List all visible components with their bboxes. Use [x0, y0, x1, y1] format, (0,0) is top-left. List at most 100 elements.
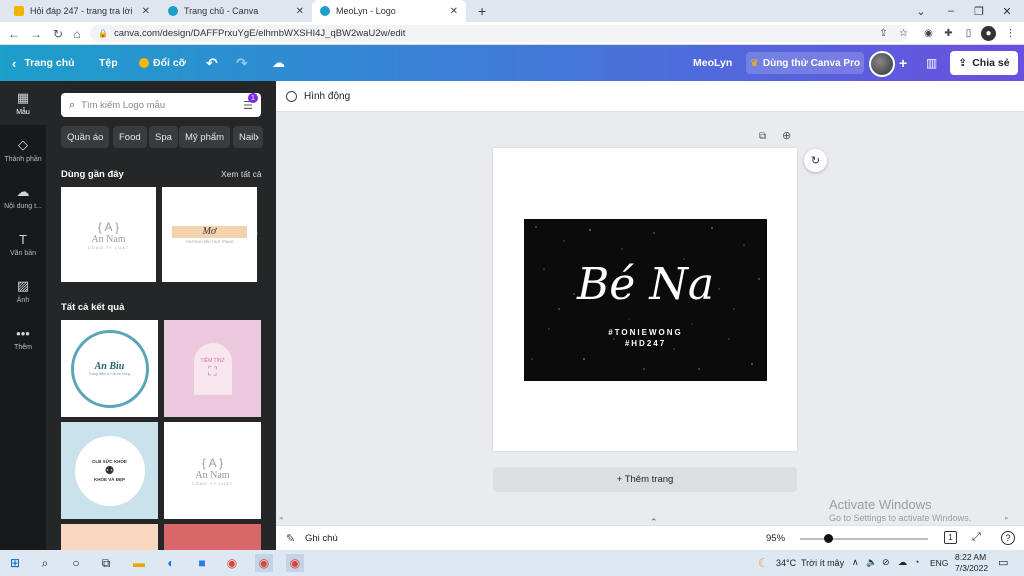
chrome-icon[interactable]: ◉	[223, 554, 241, 572]
try-pro-button[interactable]: ♛ Dùng thử Canva Pro	[746, 52, 864, 74]
rail-item-elements[interactable]: ◇ Thành phần	[0, 128, 46, 172]
file-menu-button[interactable]: Tệp	[99, 45, 118, 81]
insights-icon[interactable]: ▥	[926, 45, 937, 81]
browser-tab-canva-home[interactable]: Trang chủ - Canva ✕	[160, 0, 312, 22]
chevron-right-icon[interactable]: ›	[255, 130, 259, 144]
new-tab-button[interactable]: +	[470, 0, 490, 22]
result-template-an-nam[interactable]: { A } An Nam CÔNG TY LUẬT	[164, 422, 261, 519]
add-page-icon[interactable]: ⊕	[782, 129, 791, 142]
undo-icon[interactable]: ↶	[206, 45, 218, 81]
duplicate-page-icon[interactable]: ⧉	[759, 131, 766, 142]
search-icon: ⌕	[69, 98, 76, 111]
cloud-icon[interactable]: ☁	[898, 557, 907, 568]
extension-icon[interactable]: ◉	[921, 26, 936, 41]
menu-icon[interactable]: ⋮	[1003, 26, 1018, 41]
file-explorer-icon[interactable]: ▬	[130, 554, 148, 572]
chrome-icon[interactable]: ◉	[255, 554, 273, 572]
zoom-slider-handle[interactable]	[824, 534, 834, 543]
restore-icon[interactable]: ❐	[964, 0, 994, 22]
zoom-level[interactable]: 95%	[766, 533, 785, 544]
close-window-icon[interactable]: ✕	[992, 0, 1022, 22]
resize-label: Đổi cỡ	[153, 57, 187, 69]
search-icon[interactable]: ⌕	[36, 554, 54, 572]
refresh-icon[interactable]: ↻	[804, 149, 827, 172]
home-button[interactable]: ‹ Trang chủ	[12, 45, 75, 81]
sidepanel-icon[interactable]: ▯	[961, 26, 976, 41]
task-view-icon[interactable]: ⧉	[97, 554, 115, 572]
network-icon[interactable]: ⊘	[882, 557, 890, 568]
rail-item-templates[interactable]: ▦ Mẫu	[0, 81, 46, 125]
zoom-slider[interactable]	[800, 534, 928, 543]
result-template-partial[interactable]	[164, 524, 261, 550]
avatar[interactable]	[869, 51, 895, 77]
search-input[interactable]: ⌕ Tìm kiếm Logo mẫu ☰ 1	[61, 93, 261, 117]
forward-icon[interactable]: →	[27, 25, 45, 42]
close-tab-icon[interactable]: ✕	[142, 6, 150, 17]
animate-button[interactable]: Hình động	[304, 91, 350, 102]
home-icon[interactable]: ⌂	[68, 25, 86, 42]
result-template-partial[interactable]	[61, 524, 158, 550]
chrome-icon[interactable]: ◉	[286, 554, 304, 572]
volume-icon[interactable]: 🔈	[866, 557, 877, 568]
scroll-right-icon[interactable]: ▸	[1005, 514, 1009, 522]
add-page-button[interactable]: + Thêm trang	[493, 467, 797, 492]
chip-food[interactable]: Food	[113, 126, 147, 148]
see-all-link[interactable]: Xem tất cả	[221, 169, 262, 179]
weather-text[interactable]: Trời ít mây	[801, 558, 844, 568]
share-button[interactable]: ⇪ Chia sẻ	[950, 51, 1018, 75]
zoom-app-icon[interactable]: ■	[193, 554, 211, 572]
recent-template-mo[interactable]: Mơ THƯƠNG HIỆU THỜI TRANG	[162, 187, 257, 282]
resize-button[interactable]: Đổi cỡ	[139, 45, 186, 81]
weather-temp[interactable]: 34°C	[776, 558, 796, 568]
filter-icon[interactable]: ☰ 1	[241, 93, 258, 112]
rail-label: Mẫu	[16, 109, 30, 116]
close-tab-icon[interactable]: ✕	[450, 6, 458, 17]
template-sub: KHỎE VÀ ĐẸP	[93, 477, 125, 482]
language-indicator[interactable]: ENG	[930, 558, 948, 568]
close-tab-icon[interactable]: ✕	[296, 6, 304, 17]
rail-item-uploads[interactable]: ☁ Nội dung t...	[0, 175, 46, 219]
chip-my-pham[interactable]: Mỹ phẩm	[179, 126, 231, 148]
result-template-tiem[interactable]: TIỆM TÍNZ ⛶	[164, 320, 261, 417]
puzzle-icon[interactable]: ✚	[941, 26, 956, 41]
design-name[interactable]: MeoLyn	[693, 45, 732, 81]
chip-quan-ao[interactable]: Quần áo	[61, 126, 110, 148]
tab-search-icon[interactable]: ⌄	[906, 0, 936, 22]
logo-design[interactable]: Bé Na #TONIEWONG #HD247	[524, 219, 767, 381]
edge-icon[interactable]: ◐	[162, 554, 180, 572]
profile-icon[interactable]: ●	[981, 26, 996, 41]
redo-icon[interactable]: ↷	[236, 45, 248, 81]
browser-tab-meolyn[interactable]: MeoLyn - Logo ✕	[312, 0, 466, 22]
cortana-icon[interactable]: ○	[67, 554, 85, 572]
rail-item-text[interactable]: T Văn bản	[0, 222, 46, 266]
result-template-an-biu[interactable]: An Bìu Trang điểm & Cắt tỉa móng	[61, 320, 158, 417]
share-page-icon[interactable]: ⇪	[876, 26, 891, 41]
recent-template-an-nam[interactable]: { A } An Nam CÔNG TY LUẬT	[61, 187, 156, 282]
result-template-clb-suc-khoe[interactable]: CLB SỨC KHỎE ⚉ KHỎE VÀ ĐẸP	[61, 422, 158, 519]
clock-date[interactable]: 7/3/2022	[955, 563, 988, 573]
minimize-icon[interactable]: –	[936, 0, 966, 22]
rail-item-photos[interactable]: ▨ Ảnh	[0, 269, 46, 313]
bookmark-star-icon[interactable]: ☆	[896, 26, 911, 41]
rail-item-more[interactable]: ••• Thêm	[0, 316, 46, 360]
windows-start-icon[interactable]: ⊞	[6, 554, 24, 572]
help-icon[interactable]: ?	[1001, 531, 1015, 545]
reload-icon[interactable]: ↻	[49, 25, 67, 42]
notes-button[interactable]: Ghi chú	[305, 533, 338, 544]
add-collaborator-icon[interactable]: +	[899, 45, 907, 81]
wifi-icon[interactable]: ◔	[914, 557, 919, 567]
scroll-left-icon[interactable]: ◂	[279, 514, 283, 522]
canva-favicon-icon	[320, 6, 330, 16]
chevron-up-icon[interactable]: ∧	[852, 557, 859, 568]
browser-tab-hoidap[interactable]: Hỏi đáp 247 - trang tra lời ✕	[6, 0, 158, 22]
chevron-right-icon[interactable]: ›	[254, 226, 258, 240]
back-icon[interactable]: ←	[5, 25, 23, 42]
clock-time[interactable]: 8:22 AM	[955, 552, 986, 562]
design-title: Bé Na	[576, 259, 715, 310]
fullscreen-icon[interactable]: ⤢	[972, 531, 981, 544]
chip-spa[interactable]: Spa	[149, 126, 178, 148]
page-number[interactable]: 1	[944, 531, 957, 544]
url-field[interactable]: 🔒 canva.com/design/DAFFPrxuYgE/elhmbWXSH…	[90, 25, 908, 42]
notification-icon[interactable]: ▭	[998, 556, 1008, 569]
cloud-save-icon[interactable]: ☁	[272, 45, 285, 81]
